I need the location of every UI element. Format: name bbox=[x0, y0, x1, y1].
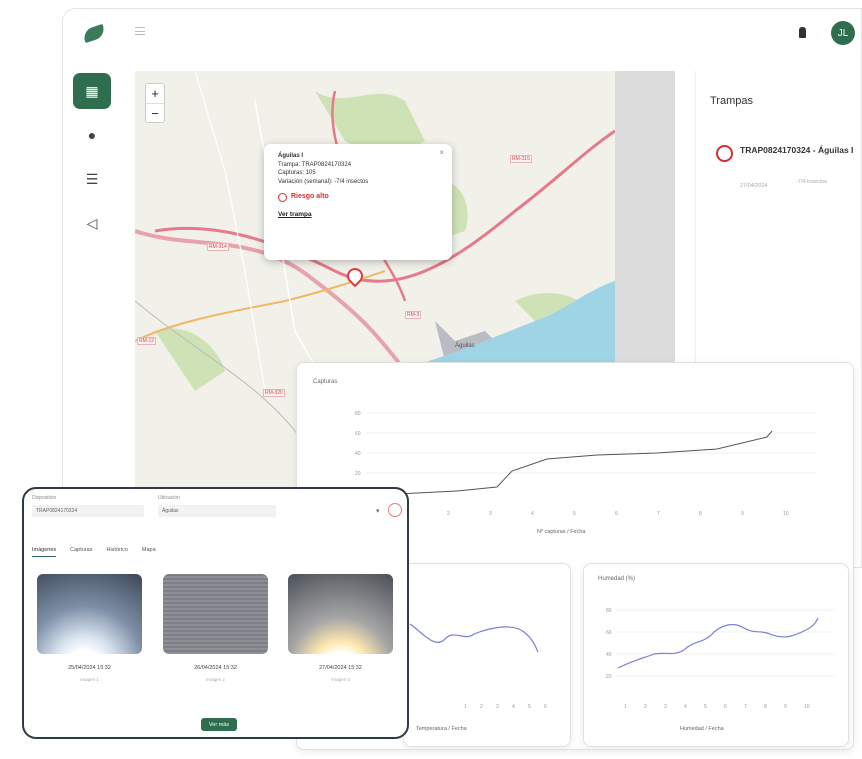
device-select[interactable]: TRAP0824170324 bbox=[32, 505, 144, 517]
image-caption: Imagen 3 bbox=[331, 677, 350, 682]
risk-badge: Riesgo alto bbox=[278, 193, 438, 202]
avatar[interactable]: JL bbox=[831, 21, 855, 45]
x-tick: 2 bbox=[447, 511, 450, 517]
x-tick: 5 bbox=[528, 704, 531, 710]
x-tick: 4 bbox=[684, 704, 687, 710]
popup-trap: Trampa: TRAP0824170324 bbox=[278, 161, 352, 168]
grid-icon: ▦ bbox=[85, 82, 99, 99]
road-label: RM-3 bbox=[405, 311, 422, 319]
x-tick: 3 bbox=[489, 511, 492, 517]
trap-image-thumbnail[interactable] bbox=[37, 574, 142, 654]
city-label: Águilas bbox=[455, 343, 475, 349]
axis-caption: Temperatura / Fecha bbox=[416, 726, 467, 732]
alert-clock-icon bbox=[716, 145, 733, 162]
tab-map[interactable]: Mapa bbox=[142, 547, 156, 557]
x-tick: 6 bbox=[544, 704, 547, 710]
x-tick: 9 bbox=[784, 704, 787, 710]
x-tick: 8 bbox=[699, 511, 702, 517]
sidebar-alerts-button[interactable]: ◁ bbox=[73, 205, 111, 241]
users-icon: ☰ bbox=[85, 170, 99, 187]
trap-date: 27/04/2024 bbox=[740, 183, 768, 189]
humidity-chart: Humedad (%) 80 60 40 20 1 2 3 4 5 6 7 8 … bbox=[583, 563, 849, 747]
popup-title: Águilas I bbox=[278, 153, 304, 159]
x-tick: 2 bbox=[644, 704, 647, 710]
x-tick: 4 bbox=[512, 704, 515, 710]
x-tick: 5 bbox=[704, 704, 707, 710]
axis-caption: Humedad / Fecha bbox=[680, 726, 724, 732]
x-tick: 4 bbox=[531, 511, 534, 517]
x-tick: 10 bbox=[783, 511, 789, 517]
tablet-tabs: Imágenes Capturas Histórico Mapa bbox=[32, 547, 156, 557]
trap-icon: ● bbox=[87, 127, 97, 143]
map-popup: × Águilas I Trampa: TRAP0824170324 Captu… bbox=[264, 144, 452, 260]
x-tick: 1 bbox=[624, 704, 627, 710]
x-tick: 3 bbox=[664, 704, 667, 710]
x-tick: 6 bbox=[724, 704, 727, 710]
x-tick: 3 bbox=[496, 704, 499, 710]
x-tick: 1 bbox=[464, 704, 467, 710]
temperature-chart: 1 2 3 4 5 6 Temperatura / Fecha bbox=[403, 563, 571, 747]
humidity-line-plot bbox=[616, 609, 834, 677]
humidity-series-line bbox=[617, 617, 819, 669]
bell-icon[interactable] bbox=[799, 27, 806, 38]
zoom-control: + − bbox=[145, 83, 165, 123]
x-tick: 5 bbox=[573, 511, 576, 517]
megaphone-icon: ◁ bbox=[86, 214, 98, 231]
sidebar-dashboard-button[interactable]: ▦ bbox=[73, 73, 111, 109]
close-icon[interactable]: × bbox=[439, 148, 444, 158]
popup-variation: Variación (semanal): -7/4 insectos bbox=[278, 178, 369, 185]
view-more-button[interactable]: Ver más bbox=[201, 718, 237, 731]
x-tick: 7 bbox=[744, 704, 747, 710]
image-date: 27/04/2024 15:32 bbox=[319, 665, 362, 671]
sidebar: ▦ ● ☰ ◁ bbox=[63, 9, 123, 567]
risk-label: Riesgo alto bbox=[291, 193, 329, 201]
image-date: 26/04/2024 15:32 bbox=[194, 665, 237, 671]
catches-series-line bbox=[376, 430, 773, 496]
road-label: RM-315 bbox=[510, 155, 532, 163]
x-tick: 7 bbox=[657, 511, 660, 517]
trap-list-item[interactable]: TRAP0824170324 - Águilas I bbox=[740, 143, 860, 157]
axis-caption: Nº capturas / Fecha bbox=[537, 529, 586, 535]
tab-images[interactable]: Imágenes bbox=[32, 547, 57, 557]
traps-title: Trampas bbox=[710, 95, 753, 107]
x-tick: 6 bbox=[615, 511, 618, 517]
image-date: 25/04/2024 15:32 bbox=[68, 665, 111, 671]
trap-image-thumbnail[interactable] bbox=[163, 574, 268, 654]
device-field-label: Dispositivo bbox=[32, 495, 57, 501]
tab-history[interactable]: Histórico bbox=[106, 547, 127, 557]
view-trap-link[interactable]: Ver trampa bbox=[278, 211, 438, 220]
road-label: RM-314 bbox=[207, 243, 229, 251]
temperature-line-plot bbox=[409, 623, 539, 653]
menu-icon[interactable] bbox=[135, 27, 145, 35]
x-tick: 10 bbox=[804, 704, 810, 710]
road-label: RM-320 bbox=[263, 389, 285, 397]
traps-panel: Trampas TRAP0824170324 - Águilas I 27/04… bbox=[695, 71, 861, 371]
x-tick: 2 bbox=[480, 704, 483, 710]
popup-catches: Capturas: 105 bbox=[278, 170, 316, 176]
chevron-down-icon[interactable]: ▾ bbox=[376, 507, 380, 515]
image-caption: Imagen 1 bbox=[80, 677, 99, 682]
road-label: RM-12 bbox=[137, 337, 157, 345]
warning-icon bbox=[278, 193, 287, 202]
trap-variation: -7/4 insectos bbox=[796, 179, 828, 185]
zoom-in-button[interactable]: + bbox=[146, 84, 164, 103]
x-tick: 8 bbox=[764, 704, 767, 710]
location-field-label: Ubicación bbox=[158, 495, 180, 501]
x-tick: 9 bbox=[741, 511, 744, 517]
image-caption: Imagen 2 bbox=[206, 677, 225, 682]
alert-icon[interactable] bbox=[388, 503, 402, 517]
trap-image-thumbnail[interactable] bbox=[288, 574, 393, 654]
tab-catches[interactable]: Capturas bbox=[70, 547, 92, 557]
tablet-device: Dispositivo TRAP0824170324 Ubicación Águ… bbox=[22, 487, 409, 739]
sidebar-traps-button[interactable]: ● bbox=[73, 117, 111, 153]
leaf-logo-icon bbox=[81, 23, 107, 44]
temperature-series-line bbox=[409, 623, 539, 653]
zoom-out-button[interactable]: − bbox=[146, 103, 164, 122]
sidebar-users-button[interactable]: ☰ bbox=[73, 161, 111, 197]
location-select[interactable]: Águilas bbox=[158, 505, 276, 517]
